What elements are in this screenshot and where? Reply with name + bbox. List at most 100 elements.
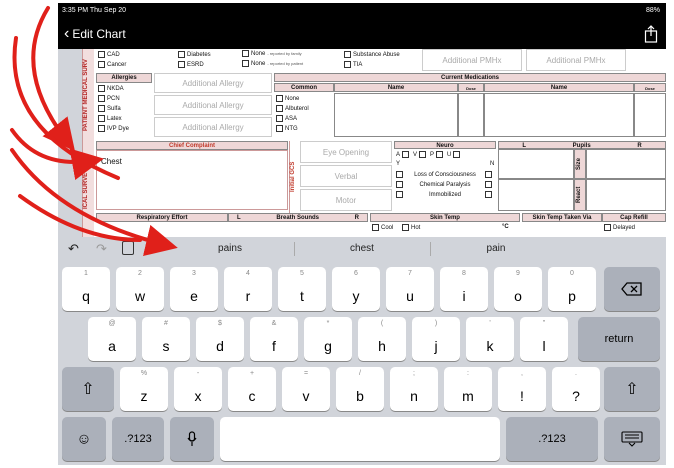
skin-cool-option[interactable]: Cool xyxy=(372,224,393,231)
pupil-size-right-field[interactable] xyxy=(586,149,666,179)
pupil-size-left-field[interactable] xyxy=(498,149,574,179)
additional-pmhx-field-1[interactable]: Additional PMHx xyxy=(422,49,522,71)
checkbox[interactable] xyxy=(276,115,283,122)
checkbox[interactable] xyxy=(276,105,283,112)
med-none[interactable]: None xyxy=(276,95,299,102)
checkbox[interactable] xyxy=(98,85,105,92)
pmh-cancer[interactable]: Cancer xyxy=(98,61,126,68)
checkbox[interactable] xyxy=(372,224,379,231)
allergy-nkda[interactable]: NKDA xyxy=(98,85,124,92)
checkbox[interactable] xyxy=(98,105,105,112)
allergy-ivp-dye[interactable]: IVP Dye xyxy=(98,125,129,132)
pmh-substance-abuse[interactable]: Substance Abuse xyxy=(344,51,400,58)
suggestion-3[interactable]: pain xyxy=(436,243,556,254)
pmh-diabetes[interactable]: Diabetes xyxy=(178,51,211,58)
checkbox[interactable] xyxy=(98,61,105,68)
key-row2-2[interactable]: $ d xyxy=(196,317,244,361)
key-row1-9[interactable]: 0p xyxy=(548,267,596,311)
avpu-v-checkbox[interactable] xyxy=(419,151,427,158)
key-row3-3[interactable]: = v xyxy=(282,367,330,411)
checkbox[interactable] xyxy=(485,171,492,178)
gcs-motor-field[interactable]: Motor xyxy=(300,189,392,211)
checkbox[interactable] xyxy=(98,95,105,102)
pmh-none-family[interactable]: None - reported by family xyxy=(242,50,302,57)
checkbox[interactable] xyxy=(485,181,492,188)
allergy-latex[interactable]: Latex xyxy=(98,115,122,122)
pmh-esrd[interactable]: ESRD xyxy=(178,61,204,68)
redo-icon[interactable]: ↷ xyxy=(96,241,107,257)
checkbox[interactable] xyxy=(178,61,185,68)
checkbox[interactable] xyxy=(98,125,105,132)
emoji-key[interactable]: ☺ xyxy=(62,417,106,461)
return-key[interactable]: return xyxy=(578,317,660,361)
additional-pmhx-field-2[interactable]: Additional PMHx xyxy=(526,49,626,71)
key-row3-5[interactable]: ; n xyxy=(390,367,438,411)
delete-key[interactable] xyxy=(604,267,660,311)
med-name-field-1[interactable] xyxy=(334,93,458,137)
avpu-p-checkbox[interactable] xyxy=(436,151,444,158)
med-asa[interactable]: ASA xyxy=(276,115,297,122)
pupil-react-left-field[interactable] xyxy=(498,179,574,211)
checkbox[interactable] xyxy=(98,115,105,122)
gcs-verbal-field[interactable]: Verbal xyxy=(300,165,392,187)
checkbox[interactable] xyxy=(604,224,611,231)
additional-allergy-field-3[interactable]: Additional Allergy xyxy=(154,117,272,137)
checkbox[interactable] xyxy=(242,50,249,57)
key-row3-8[interactable]: .? xyxy=(552,367,600,411)
key-row2-1[interactable]: # s xyxy=(142,317,190,361)
med-albuterol[interactable]: Albuterol xyxy=(276,105,309,112)
key-row1-8[interactable]: 9o xyxy=(494,267,542,311)
neuro-immobilized-row[interactable]: Immobilized xyxy=(396,191,494,198)
allergy-pcn[interactable]: PCN xyxy=(98,95,120,102)
shift-key-right[interactable]: ⇧ xyxy=(604,367,660,411)
key-row3-7[interactable]: ,! xyxy=(498,367,546,411)
share-icon[interactable] xyxy=(644,25,658,43)
dictation-key[interactable] xyxy=(170,417,214,461)
med-dose-field-2[interactable] xyxy=(634,93,666,137)
key-row2-4[interactable]: * g xyxy=(304,317,352,361)
skin-hot-option[interactable]: Hot xyxy=(402,224,420,231)
shift-key-left[interactable]: ⇧ xyxy=(62,367,114,411)
chief-complaint-field[interactable]: Chest xyxy=(96,150,288,210)
key-row3-0[interactable]: % z xyxy=(120,367,168,411)
numbers-key-left[interactable]: .?123 xyxy=(112,417,164,461)
key-row1-2[interactable]: 3e xyxy=(170,267,218,311)
key-row3-6[interactable]: :m xyxy=(444,367,492,411)
med-dose-field-1[interactable] xyxy=(458,93,484,137)
checkbox[interactable] xyxy=(344,51,351,58)
key-row1-6[interactable]: 7u xyxy=(386,267,434,311)
avpu-a-checkbox[interactable] xyxy=(402,151,410,158)
pmh-tia[interactable]: TIA xyxy=(344,61,362,68)
checkbox[interactable] xyxy=(98,51,105,58)
suggestion-2[interactable]: chest xyxy=(302,243,422,254)
key-row1-5[interactable]: 6y xyxy=(332,267,380,311)
checkbox[interactable] xyxy=(276,125,283,132)
cap-refill-delayed[interactable]: Delayed xyxy=(604,224,635,231)
paste-icon[interactable] xyxy=(122,241,134,255)
checkbox[interactable] xyxy=(344,61,351,68)
checkbox[interactable] xyxy=(396,191,403,198)
pupil-react-right-field[interactable] xyxy=(586,179,666,211)
key-row1-7[interactable]: 8i xyxy=(440,267,488,311)
checkbox[interactable] xyxy=(485,191,492,198)
undo-icon[interactable]: ↶ xyxy=(68,241,79,257)
key-row2-6[interactable]: ) j xyxy=(412,317,460,361)
checkbox[interactable] xyxy=(396,181,403,188)
hide-keyboard-key[interactable] xyxy=(604,417,660,461)
key-row1-3[interactable]: 4r xyxy=(224,267,272,311)
key-row3-1[interactable]: -x xyxy=(174,367,222,411)
gcs-eye-opening-field[interactable]: Eye Opening xyxy=(300,141,392,163)
checkbox[interactable] xyxy=(242,60,249,67)
key-row3-4[interactable]: / b xyxy=(336,367,384,411)
key-row3-2[interactable]: + c xyxy=(228,367,276,411)
key-row1-0[interactable]: 1q xyxy=(62,267,110,311)
key-row2-7[interactable]: ' k xyxy=(466,317,514,361)
pmh-cad[interactable]: CAD xyxy=(98,51,120,58)
neuro-loc-row[interactable]: Loss of Consciousness xyxy=(396,171,494,178)
allergy-sulfa[interactable]: Sulfa xyxy=(98,105,121,112)
back-button[interactable]: ‹ Edit Chart xyxy=(64,26,126,42)
med-ntg[interactable]: NTG xyxy=(276,125,298,132)
key-row1-4[interactable]: 5t xyxy=(278,267,326,311)
numbers-key-right[interactable]: .?123 xyxy=(506,417,598,461)
key-row2-8[interactable]: " l xyxy=(520,317,568,361)
